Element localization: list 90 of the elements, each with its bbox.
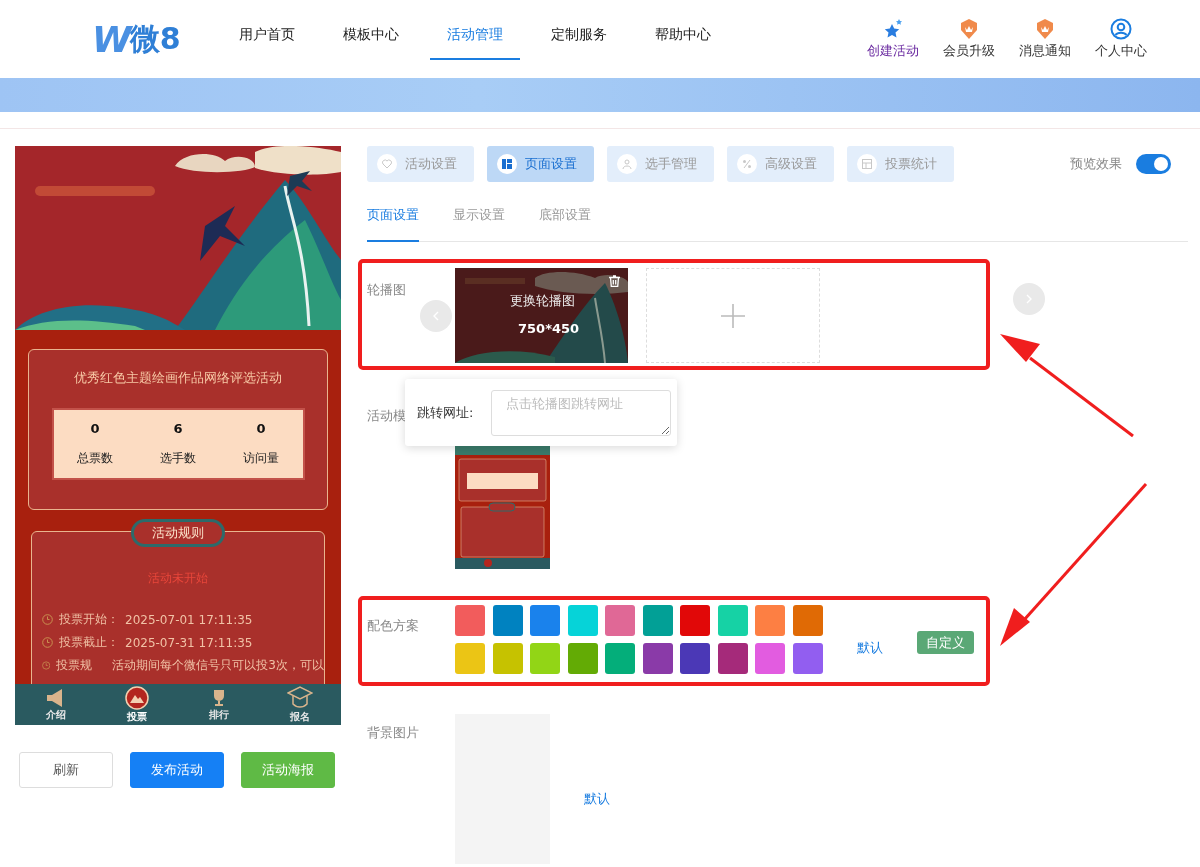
color-swatch[interactable] (680, 605, 710, 636)
color-swatch[interactable] (680, 643, 710, 674)
sub-tab[interactable]: 显示设置 (453, 206, 505, 242)
refresh-button[interactable]: 刷新 (19, 752, 113, 788)
rule-value: 2025-07-01 17:11:35 (125, 612, 253, 627)
stat-label: 选手数 (160, 450, 196, 467)
color-swatch[interactable] (642, 605, 673, 636)
sub-tab[interactable]: 底部设置 (539, 206, 591, 242)
rule-value: 活动期间每个微信号只可以投3次，可以 (112, 657, 324, 674)
rules-heading: 活动规则 (131, 519, 225, 547)
field-label: 轮播图 (367, 281, 407, 299)
stat-label: 访问量 (243, 450, 279, 467)
color-swatch[interactable] (792, 643, 823, 674)
sub-tab[interactable]: 页面设置 (367, 206, 419, 242)
publish-button[interactable]: 发布活动 (130, 752, 224, 788)
link-input[interactable]: 点击轮播图跳转网址 (491, 389, 672, 436)
color-swatch[interactable] (717, 605, 748, 636)
carousel-image[interactable]: 更换轮播图 750*450 (455, 268, 628, 363)
rule-label: 投票截止： (59, 634, 119, 651)
stat-value: 6 (173, 421, 183, 436)
stat-value: 0 (90, 421, 100, 436)
add-image-tile[interactable] (646, 268, 820, 363)
activity-title: 优秀红色主题绘画作品网络评选活动 (74, 369, 282, 387)
settings-tab[interactable]: 高级设置 (727, 146, 834, 182)
color-swatch[interactable] (455, 643, 485, 674)
default-link[interactable]: 默认 (856, 639, 883, 657)
color-swatch[interactable] (717, 643, 748, 674)
clock-icon (42, 614, 53, 625)
stat-value: 0 (256, 421, 266, 436)
rule-label: 投票规 (56, 657, 93, 674)
badge-icon (1034, 18, 1056, 40)
status-text: 活动未开始 (147, 570, 209, 587)
trash-icon[interactable] (609, 275, 620, 287)
color-swatch[interactable] (755, 643, 785, 674)
toggle-label: 预览效果 (1070, 155, 1122, 173)
color-swatch[interactable] (792, 605, 823, 636)
field-label: 背景图片 (367, 724, 420, 742)
header-link[interactable]: 创建活动 (867, 42, 919, 60)
size-text: 750*450 (518, 321, 580, 336)
nav-item[interactable]: 模板中心 (326, 0, 416, 60)
clock-icon (42, 637, 53, 648)
logo[interactable]: W微8 (92, 18, 222, 60)
heart-icon (382, 159, 392, 169)
field-label: 活动模 (367, 407, 407, 425)
nav-item[interactable]: 定制服务 (534, 0, 624, 60)
color-swatch[interactable] (492, 605, 523, 636)
tab-bar-item[interactable]: 报名 (290, 709, 311, 724)
clock-icon (42, 660, 51, 671)
user-icon (1110, 18, 1132, 40)
color-swatch[interactable] (605, 605, 635, 636)
color-swatch[interactable] (492, 643, 523, 674)
nav-item[interactable]: 活动管理 (430, 0, 520, 60)
color-swatch[interactable] (530, 643, 560, 674)
header-link[interactable]: 消息通知 (1019, 42, 1071, 60)
tab-bar-item[interactable]: 介绍 (45, 707, 66, 722)
settings-tab[interactable]: 投票统计 (847, 146, 954, 182)
plus-icon (721, 303, 745, 328)
overlay-text: 更换轮播图 (510, 292, 575, 310)
color-swatch[interactable] (755, 605, 785, 636)
badge-icon (958, 18, 980, 40)
table-icon (862, 159, 872, 169)
color-swatch[interactable] (567, 605, 598, 636)
custom-button[interactable]: 自定义 (916, 631, 974, 654)
settings-tab[interactable]: 页面设置 (487, 146, 594, 182)
color-swatch[interactable] (605, 643, 635, 674)
rule-value: 2025-07-31 17:11:35 (125, 635, 253, 650)
grid-icon (502, 159, 512, 169)
stat-label: 总票数 (77, 450, 113, 467)
color-swatch[interactable] (642, 643, 673, 674)
nav-item[interactable]: 帮助中心 (638, 0, 728, 60)
graduation-cap-icon (287, 685, 314, 710)
rule-label: 投票开始： (59, 611, 119, 628)
header-link[interactable]: 个人中心 (1095, 42, 1147, 60)
tab-bar-item[interactable]: 投票 (127, 709, 148, 724)
preview-toggle[interactable] (1136, 154, 1171, 174)
settings-tab[interactable]: 活动设置 (367, 146, 474, 182)
mountain-icon (125, 685, 150, 710)
color-swatch[interactable] (567, 643, 598, 674)
tab-bar-item[interactable]: 排行 (208, 707, 229, 722)
color-swatch[interactable] (530, 605, 560, 636)
nav-item[interactable]: 用户首页 (222, 0, 312, 60)
settings-tab[interactable]: 选手管理 (607, 146, 714, 182)
header-link[interactable]: 会员升级 (943, 42, 995, 60)
poster-button[interactable]: 活动海报 (241, 752, 335, 788)
default-link[interactable]: 默认 (584, 790, 610, 808)
field-label: 配色方案 (367, 617, 420, 635)
color-swatch[interactable] (455, 605, 485, 636)
percent-icon (742, 159, 752, 169)
field-label: 跳转网址: (417, 403, 474, 422)
person-icon (622, 159, 632, 169)
